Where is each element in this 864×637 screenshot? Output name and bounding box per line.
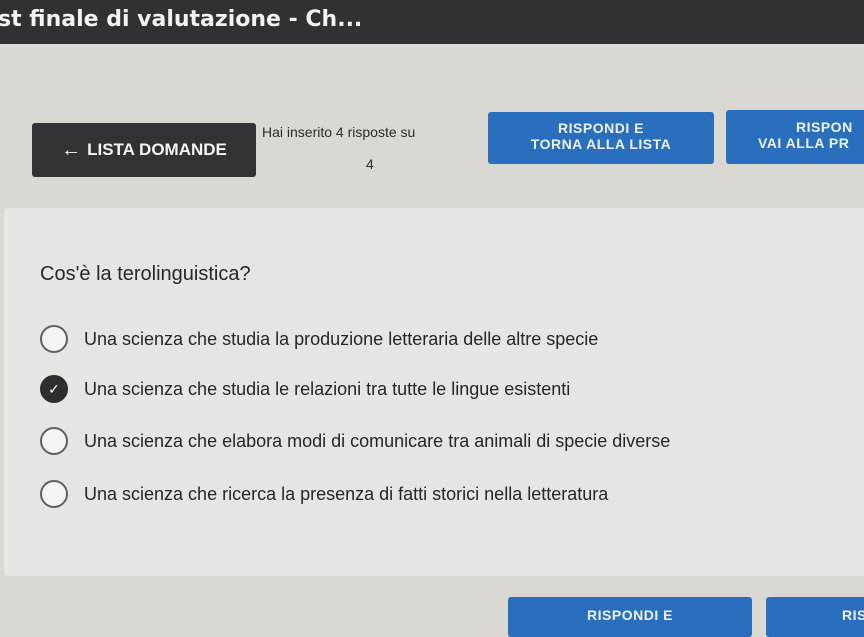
question-list-label: LISTA DOMANDE bbox=[87, 140, 227, 159]
answers-progress: Hai inserito 4 risposte su 4 bbox=[262, 124, 482, 172]
footer-next-label: RIS bbox=[842, 607, 864, 623]
radio-unchecked-icon[interactable] bbox=[40, 325, 68, 353]
radio-unchecked-icon[interactable] bbox=[40, 427, 68, 455]
footer-answer-label: RISPONDI E bbox=[587, 607, 673, 623]
answers-progress-total: 4 bbox=[366, 156, 374, 172]
answer-option-3[interactable]: Una scienza che elabora modi di comunica… bbox=[40, 424, 670, 458]
answer-option-label: Una scienza che studia la produzione let… bbox=[84, 328, 599, 349]
question-text: Cos'è la terolinguistica? bbox=[40, 263, 251, 285]
window-title: st finale di valutazione - Ch... bbox=[0, 7, 363, 32]
question-list-button[interactable]: ← LISTA DOMANDE bbox=[32, 123, 256, 177]
answer-and-return-label-1: RISPONDI E bbox=[558, 120, 644, 136]
radio-checked-icon[interactable]: ✓ bbox=[40, 375, 68, 403]
answer-option-label: Una scienza che ricerca la presenza di f… bbox=[84, 483, 609, 504]
answer-option-4[interactable]: Una scienza che ricerca la presenza di f… bbox=[40, 477, 608, 511]
answer-and-return-label-2: TORNA ALLA LISTA bbox=[530, 136, 672, 152]
footer-answer-button[interactable]: RISPONDI E bbox=[508, 597, 752, 637]
answers-progress-text: Hai inserito 4 risposte su bbox=[262, 124, 416, 140]
arrow-left-icon: ← bbox=[61, 139, 82, 161]
answer-option-label: Una scienza che elabora modi di comunica… bbox=[84, 430, 671, 451]
window-titlebar: st finale di valutazione - Ch... bbox=[0, 0, 864, 44]
answer-and-next-label-1: RISPON bbox=[796, 119, 853, 135]
footer-next-button[interactable]: RIS bbox=[766, 597, 864, 637]
answer-and-return-button[interactable]: RISPONDI E TORNA ALLA LISTA bbox=[488, 112, 714, 164]
answer-and-next-label-2: VAI ALLA PR bbox=[758, 135, 850, 151]
radio-unchecked-icon[interactable] bbox=[40, 480, 68, 508]
answer-option-1[interactable]: Una scienza che studia la produzione let… bbox=[40, 322, 598, 356]
answer-option-label: Una scienza che studia le relazioni tra … bbox=[84, 378, 571, 399]
answer-option-2[interactable]: ✓ Una scienza che studia le relazioni tr… bbox=[40, 372, 570, 406]
answer-and-next-button[interactable]: RISPON VAI ALLA PR bbox=[726, 110, 864, 164]
